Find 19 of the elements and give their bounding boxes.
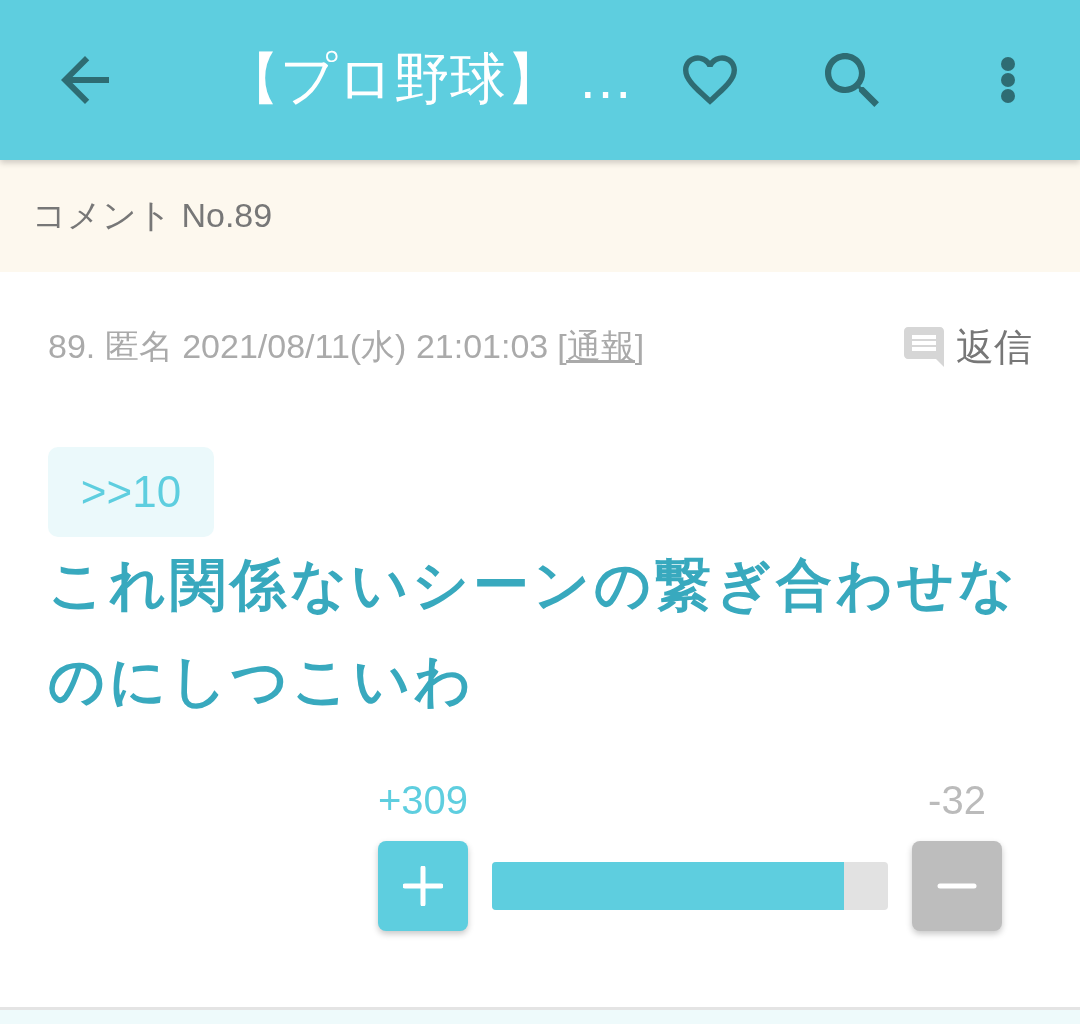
minus-button[interactable] [912, 841, 1002, 931]
plus-icon [403, 866, 443, 906]
comment-text: これ関係ないシーンの繋ぎ合わせなのにしつこいわ [48, 552, 1020, 714]
report-link[interactable]: [通報] [557, 324, 645, 370]
anchor-link[interactable]: >>10 [48, 447, 214, 537]
plus-button[interactable] [378, 841, 468, 931]
comment-meta: 89. 匿名 2021/08/11(水) 21:01:03 [48, 326, 549, 367]
search-button[interactable] [822, 50, 882, 110]
reply-button[interactable]: 返信 [904, 321, 1032, 373]
section-title: コメント No.89 [32, 195, 273, 236]
search-icon [825, 53, 879, 107]
page-title: 【プロ野球】 … [224, 46, 635, 112]
minus-icon [937, 883, 977, 889]
more-options-icon [1001, 57, 1015, 103]
heart-icon [683, 55, 737, 105]
plus-count: +309 [378, 777, 468, 824]
back-arrow-icon [61, 56, 109, 104]
comment-icon [904, 327, 944, 367]
minus-count: -32 [927, 777, 987, 824]
